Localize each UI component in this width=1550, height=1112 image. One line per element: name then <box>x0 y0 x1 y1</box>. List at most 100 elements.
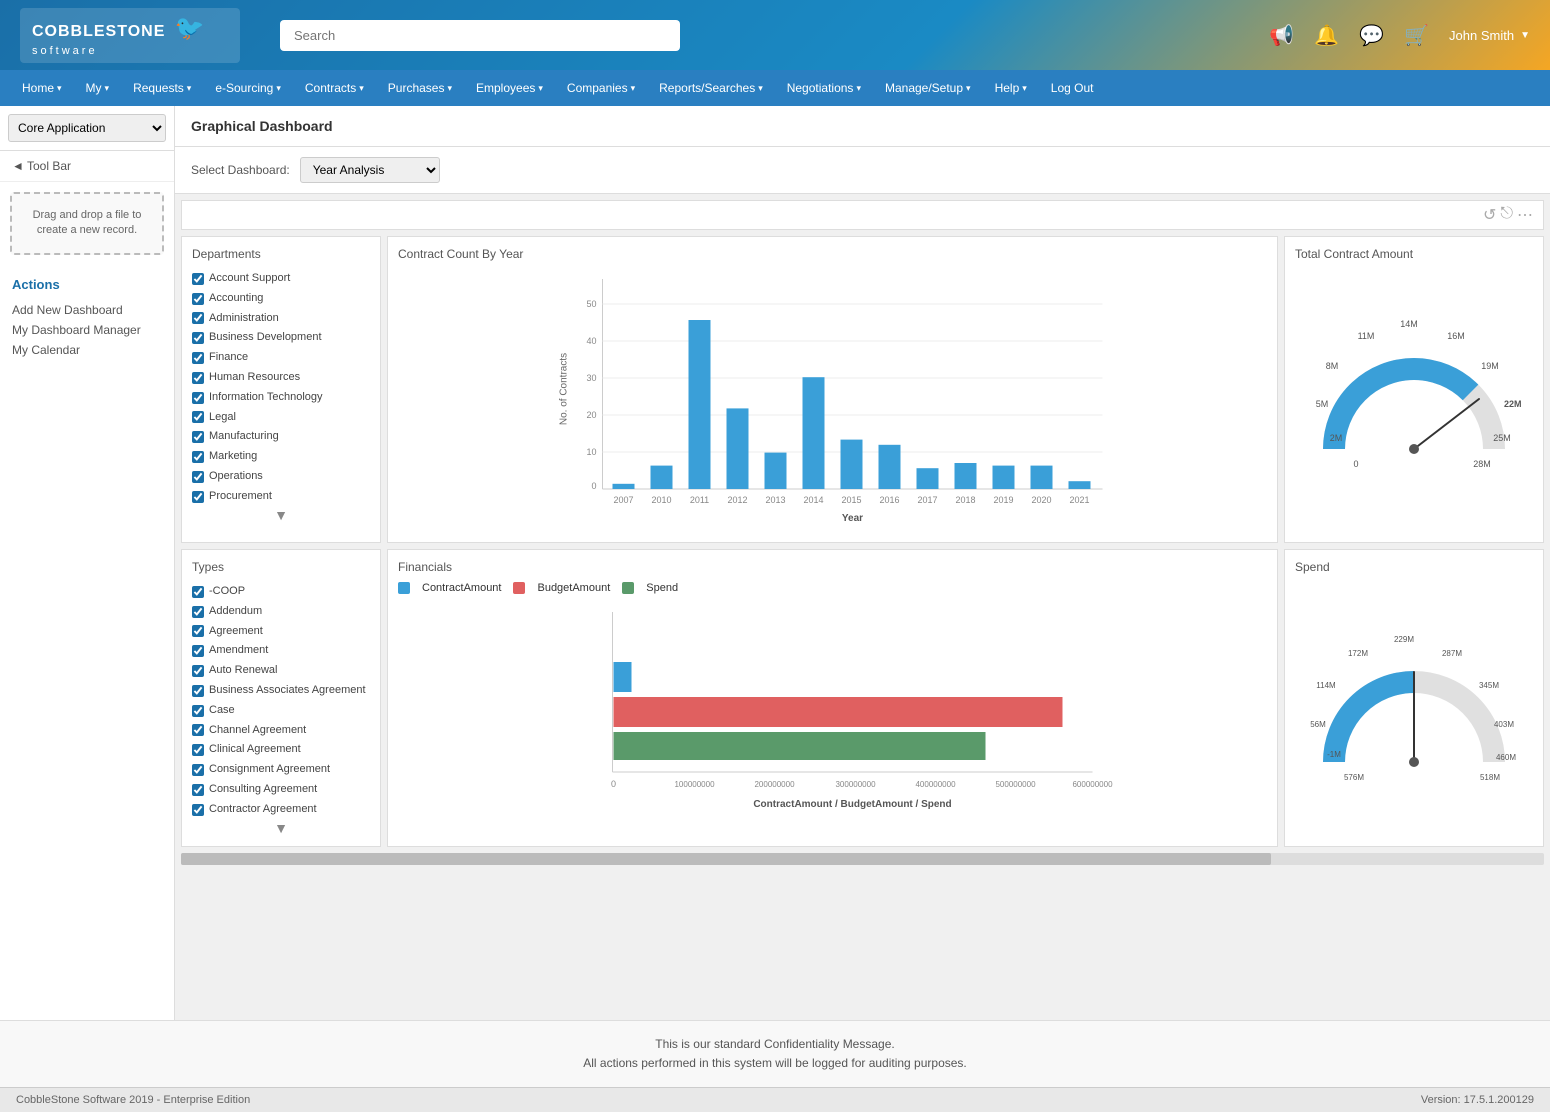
dashboard-type-select[interactable]: Year Analysis Contract Summary Financial… <box>300 157 440 183</box>
gauge1-container: 5M 8M 11M 14M 16M 19M 22M 25M 28M 2M 0 <box>1295 269 1533 509</box>
gauge1-svg: 5M 8M 11M 14M 16M 19M 22M 25M 28M 2M 0 <box>1304 289 1524 489</box>
list-item[interactable]: Auto Renewal <box>192 661 370 681</box>
list-item[interactable]: Account Support <box>192 269 370 289</box>
types-scroll-down[interactable]: ▼ <box>192 820 370 836</box>
bar-2015 <box>841 440 863 489</box>
svg-text:10: 10 <box>586 447 596 457</box>
spend-title: Spend <box>1295 560 1533 574</box>
footer-message: This is our standard Confidentiality Mes… <box>0 1020 1550 1087</box>
logo-area: COBBLESTONE 🐦 software <box>20 8 240 63</box>
nav-employees[interactable]: Employees ▾ <box>464 70 555 106</box>
list-item[interactable]: Legal <box>192 408 370 428</box>
legend-budget-dot <box>513 582 525 594</box>
departments-list: Account Support Accounting Administratio… <box>192 269 370 507</box>
bar-2016 <box>879 445 901 489</box>
search-bar[interactable] <box>280 20 680 51</box>
list-item[interactable]: Business Development <box>192 328 370 348</box>
spend-gauge-panel: Spend 56M 114M 172M 229M 287M 345M <box>1284 549 1544 847</box>
contract-count-title: Contract Count By Year <box>398 247 1267 261</box>
list-item[interactable]: Consignment Agreement <box>192 760 370 780</box>
total-contract-title: Total Contract Amount <box>1295 247 1533 261</box>
app-select-dropdown[interactable]: Core Application <box>8 114 166 142</box>
nav-logout[interactable]: Log Out <box>1039 70 1106 106</box>
list-item[interactable]: Addendum <box>192 602 370 622</box>
list-item[interactable]: Manufacturing <box>192 427 370 447</box>
bar-2013 <box>765 453 787 489</box>
svg-text:518M: 518M <box>1480 773 1500 782</box>
list-item[interactable]: Agreement <box>192 622 370 642</box>
nav-help[interactable]: Help ▾ <box>983 70 1039 106</box>
refresh-icon[interactable]: ↺ <box>1483 205 1496 225</box>
svg-text:172M: 172M <box>1348 649 1368 658</box>
dashboard-header: Graphical Dashboard <box>175 106 1550 147</box>
action-my-calendar[interactable]: My Calendar <box>12 340 162 360</box>
export-icon[interactable]: ⎋ <box>1500 205 1513 225</box>
action-my-dashboard[interactable]: My Dashboard Manager <box>12 320 162 340</box>
cart-icon[interactable]: 🛒 <box>1404 23 1429 48</box>
logo-text: COBBLESTONE 🐦 software <box>32 14 205 57</box>
nav-contracts[interactable]: Contracts ▾ <box>293 70 376 106</box>
nav-requests[interactable]: Requests ▾ <box>121 70 203 106</box>
drag-drop-area[interactable]: Drag and drop a file to create a new rec… <box>10 192 164 255</box>
list-item[interactable]: Business Associates Agreement <box>192 681 370 701</box>
nav-my[interactable]: My ▾ <box>74 70 122 106</box>
nav-esourcing[interactable]: e-Sourcing ▾ <box>203 70 293 106</box>
list-item[interactable]: Operations <box>192 467 370 487</box>
list-item[interactable]: Amendment <box>192 641 370 661</box>
nav-bar: Home ▾ My ▾ Requests ▾ e-Sourcing ▾ Cont… <box>0 70 1550 106</box>
list-item[interactable]: Contractor Agreement <box>192 800 370 820</box>
svg-text:0: 0 <box>591 481 596 491</box>
total-contract-gauge-panel: Total Contract Amount 5M 8M 11M 14M 16M … <box>1284 236 1544 543</box>
nav-reports[interactable]: Reports/Searches ▾ <box>647 70 775 106</box>
svg-text:2019: 2019 <box>993 495 1013 505</box>
list-item[interactable]: Human Resources <box>192 368 370 388</box>
bar-2012 <box>727 408 749 489</box>
financials-title: Financials <box>398 560 1267 574</box>
bell-icon[interactable]: 🔔 <box>1314 23 1339 48</box>
list-item[interactable]: Information Technology <box>192 388 370 408</box>
list-item[interactable]: Marketing <box>192 447 370 467</box>
bar-2017 <box>917 468 939 489</box>
bar-2018 <box>955 463 977 489</box>
user-name[interactable]: John Smith ▼ <box>1449 28 1530 43</box>
list-item[interactable]: Channel Agreement <box>192 721 370 741</box>
list-item[interactable]: Case <box>192 701 370 721</box>
list-item[interactable]: Consulting Agreement <box>192 780 370 800</box>
gauge2-container: 56M 114M 172M 229M 287M 345M 403M 460M 5… <box>1295 582 1533 822</box>
list-item[interactable]: Accounting <box>192 289 370 309</box>
list-item[interactable]: Procurement <box>192 487 370 507</box>
chat-icon[interactable]: 💬 <box>1359 23 1384 48</box>
scroll-down-arrow[interactable]: ▼ <box>192 507 370 523</box>
nav-purchases[interactable]: Purchases ▾ <box>376 70 464 106</box>
toolbar-toggle[interactable]: ◄ Tool Bar <box>0 151 174 182</box>
sidebar: Core Application ◄ Tool Bar Drag and dro… <box>0 106 175 1020</box>
nav-manage[interactable]: Manage/Setup ▾ <box>873 70 983 106</box>
list-item[interactable]: Finance <box>192 348 370 368</box>
horizontal-scrollbar[interactable] <box>181 853 1544 865</box>
list-item[interactable]: Administration <box>192 309 370 329</box>
types-panel: Types -COOP Addendum Agreement Amendment… <box>181 549 381 847</box>
nav-negotiations[interactable]: Negotiations ▾ <box>775 70 873 106</box>
svg-text:300000000: 300000000 <box>835 780 876 789</box>
more-options-icon[interactable]: ⋯ <box>1517 205 1533 225</box>
svg-text:2020: 2020 <box>1031 495 1051 505</box>
search-input[interactable] <box>280 20 680 51</box>
nav-companies[interactable]: Companies ▾ <box>555 70 647 106</box>
list-item[interactable]: -COOP <box>192 582 370 602</box>
action-add-dashboard[interactable]: Add New Dashboard <box>12 300 162 320</box>
megaphone-icon[interactable]: 📢 <box>1269 23 1294 48</box>
svg-text:Year: Year <box>842 513 863 524</box>
panel-tools-row: ↺ ⎋ ⋯ <box>181 200 1544 230</box>
logo-icon: 🐦 <box>175 15 205 42</box>
content-area: Graphical Dashboard Select Dashboard: Ye… <box>175 106 1550 1020</box>
nav-home[interactable]: Home ▾ <box>10 70 74 106</box>
actions-section: Actions Add New Dashboard My Dashboard M… <box>0 265 174 372</box>
types-title: Types <box>192 560 370 574</box>
svg-text:500000000: 500000000 <box>995 780 1036 789</box>
financials-chart-panel: Financials ContractAmount BudgetAmount S… <box>387 549 1278 847</box>
svg-text:-1M: -1M <box>1327 750 1341 759</box>
actions-title: Actions <box>12 277 162 292</box>
list-item[interactable]: Clinical Agreement <box>192 740 370 760</box>
sidebar-app-select[interactable]: Core Application <box>0 106 174 151</box>
confidentiality-line1: This is our standard Confidentiality Mes… <box>14 1035 1536 1054</box>
